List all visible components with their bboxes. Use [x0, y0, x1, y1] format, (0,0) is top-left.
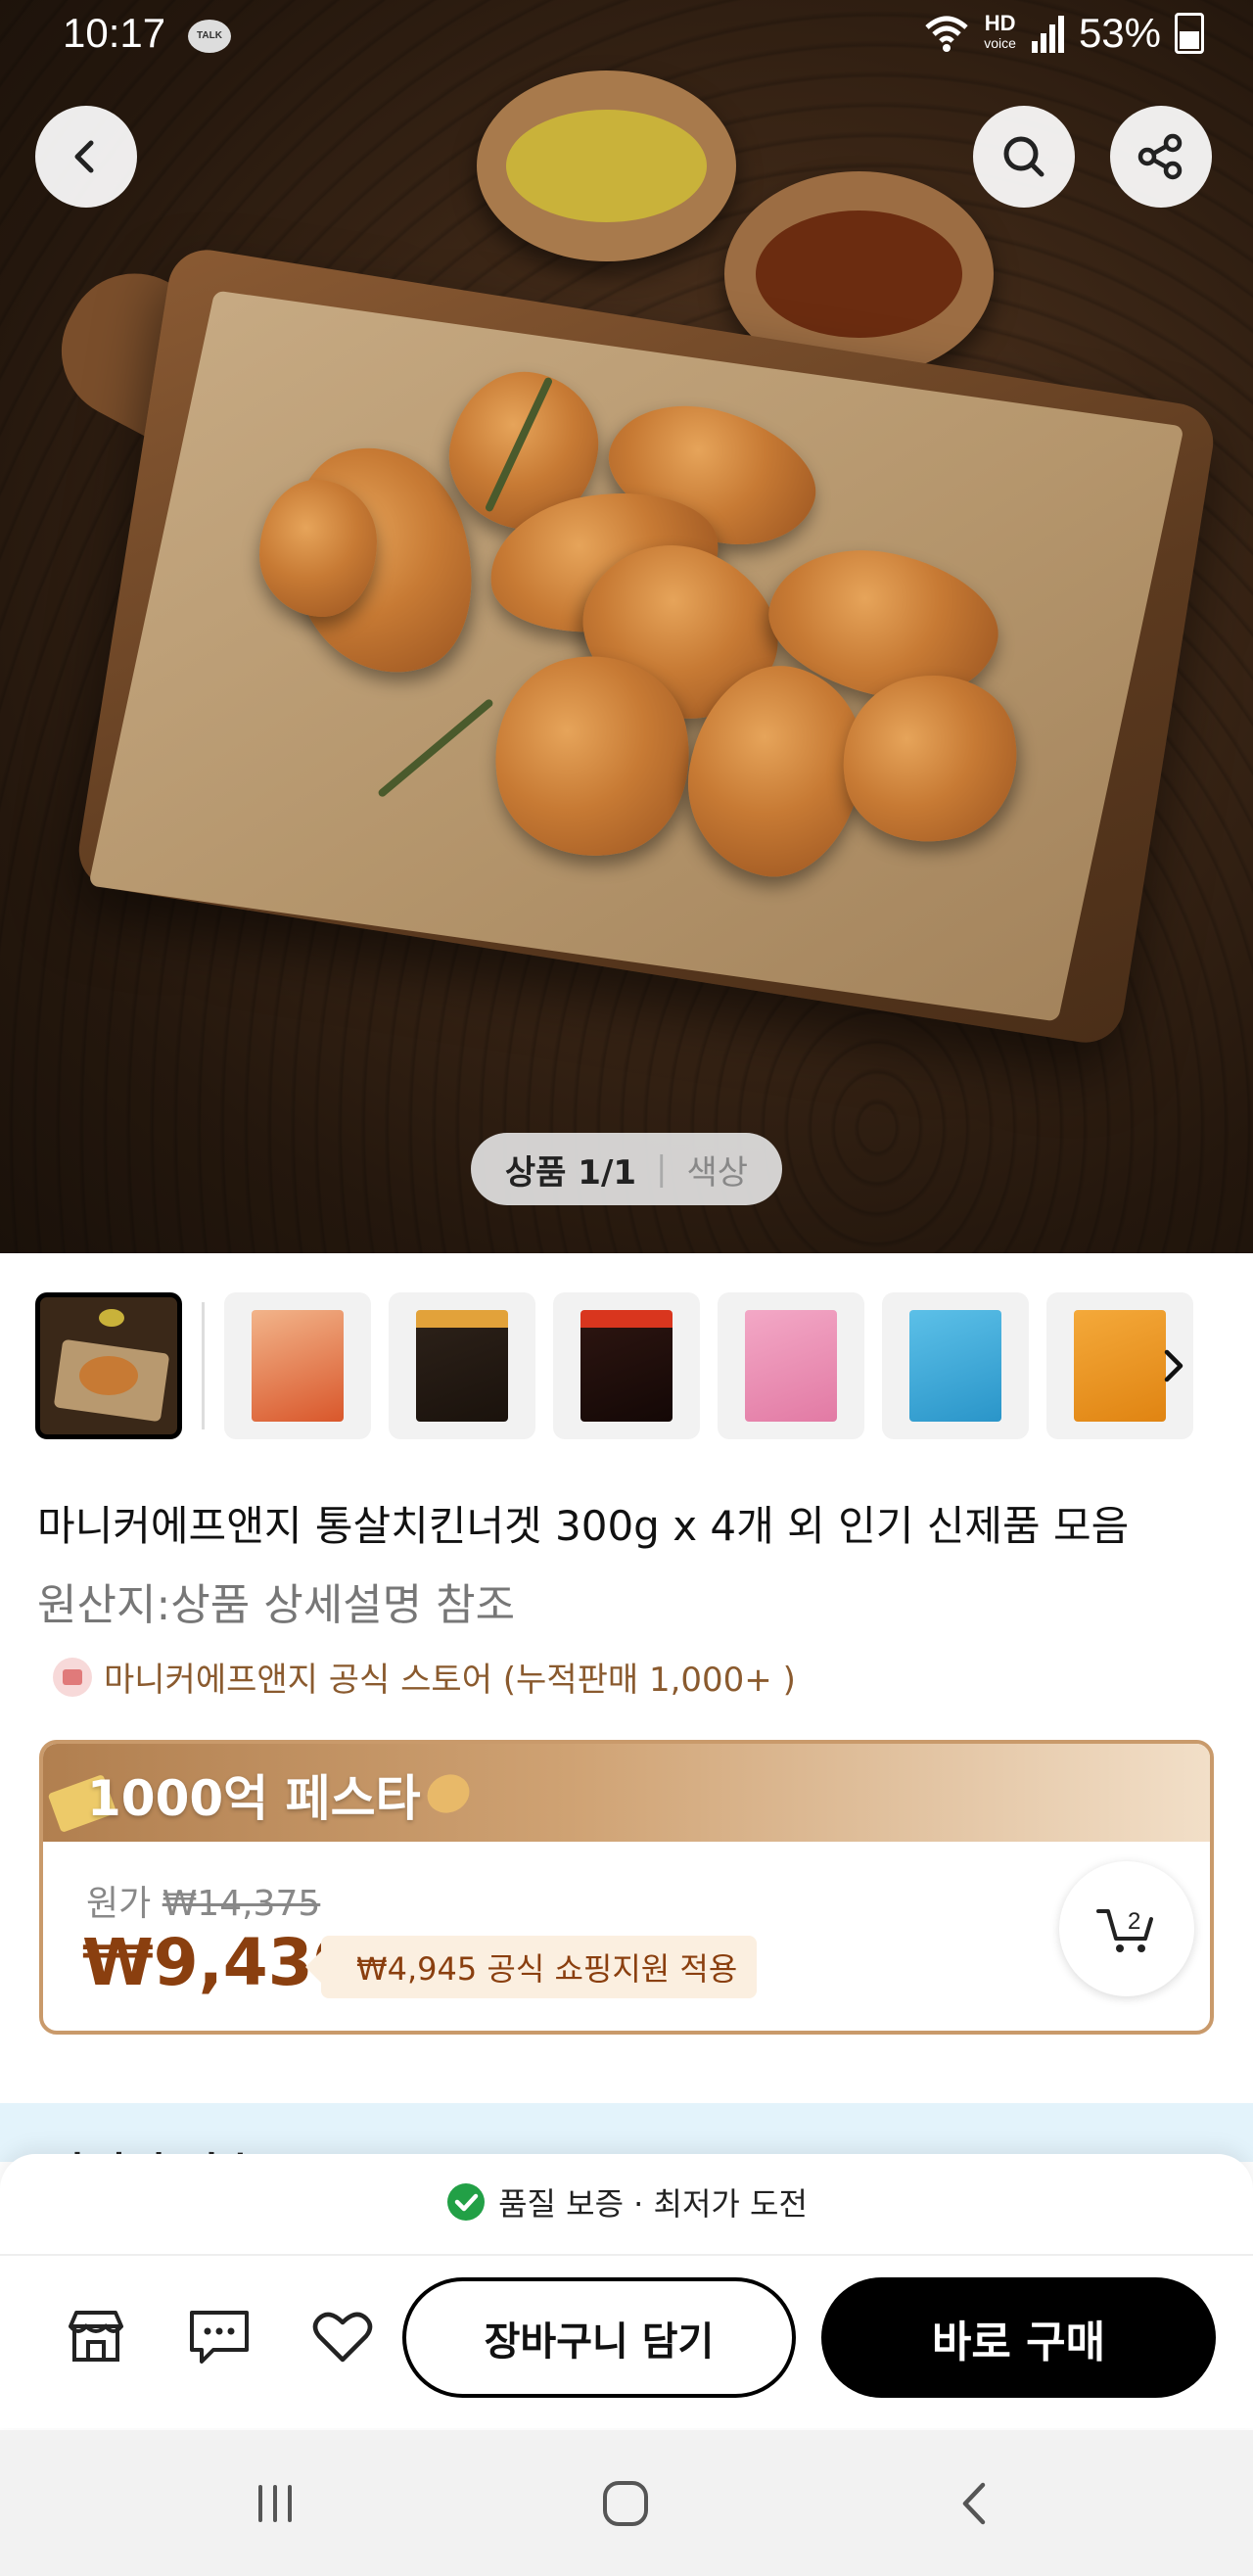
share-icon [1137, 133, 1183, 180]
thumbnail-selected[interactable] [35, 1292, 182, 1439]
sheet-divider [0, 2254, 1253, 2256]
image-counter[interactable]: 상품 1/1 | 색상 [471, 1133, 782, 1205]
system-navigation-bar [0, 2430, 1253, 2576]
promo-banner: 1000억 페스타 [43, 1744, 1210, 1842]
original-price: 원가 ₩14,375 [86, 1884, 321, 1924]
nugget [259, 480, 377, 617]
guarantee-notice: 품질 보증 · 최저가 도전 [0, 2179, 1253, 2225]
wifi-icon [925, 16, 968, 52]
product-origin: 원산지:상품 상세설명 참조 [37, 1580, 516, 1630]
product-hero-image[interactable]: 10:17 TALK HD voice 53% 상품 1/1 | 색상 [0, 0, 1253, 1253]
heart-icon-button[interactable] [307, 2301, 378, 2371]
system-back-icon[interactable] [942, 2469, 1010, 2538]
guarantee-text: 품질 보증 · 최저가 도전 [498, 2185, 808, 2223]
mustard-sauce-cup [477, 70, 736, 261]
search-button[interactable] [973, 106, 1075, 208]
search-icon [1003, 136, 1044, 177]
chevron-right-icon[interactable] [1155, 1336, 1194, 1395]
original-price-value: ₩14,375 [162, 1884, 321, 1924]
thumbnail[interactable] [882, 1292, 1029, 1439]
thumbnail[interactable] [553, 1292, 700, 1439]
promo-title: 1000억 페스타 [87, 1770, 421, 1827]
back-arrow-icon [74, 140, 94, 173]
status-indicators: HD voice 53% [923, 10, 1204, 57]
thumbnail-divider [202, 1302, 205, 1429]
battery-percent: 53% [1078, 10, 1161, 56]
buy-now-button[interactable]: 바로 구매 [821, 2277, 1216, 2398]
add-to-cart-button[interactable]: 장바구니 담기 [402, 2277, 796, 2398]
image-counter-separator: | [656, 1149, 668, 1189]
status-bar: 10:17 TALK HD voice 53% [0, 0, 1253, 74]
back-button[interactable] [35, 106, 137, 208]
thumbnail[interactable] [718, 1292, 864, 1439]
promo-price-card: 1000억 페스타 원가 ₩14,375 ₩9,430 ₩4,945 공식 쇼핑… [39, 1740, 1214, 2035]
product-title: 마니커에프앤지 통살치킨너겟 300g x 4개 외 인기 신제품 모음 [37, 1502, 1130, 1550]
share-button[interactable] [1110, 106, 1212, 208]
svg-text:2: 2 [1128, 1908, 1140, 1935]
add-to-cart-icon-button[interactable]: 2 [1059, 1861, 1194, 1996]
coupon-badge: ₩4,945 공식 쇼핑지원 적용 [304, 1936, 758, 1998]
store-link[interactable]: 마니커에프앤지 공식 스토어 (누적판매 1,000+ ) [53, 1653, 796, 1701]
thumbnail[interactable] [224, 1292, 371, 1439]
hd-voice-icon: HD voice [984, 11, 1016, 52]
store-icon [53, 1657, 92, 1697]
cart-icon: 2 [1096, 1908, 1153, 1952]
thumbnail-strip [35, 1292, 1239, 1439]
home-icon[interactable] [591, 2469, 660, 2538]
color-option-label[interactable]: 색상 [687, 1146, 749, 1194]
thumbnail[interactable] [389, 1292, 535, 1439]
store-name: 마니커에프앤지 공식 스토어 (누적판매 1,000+ ) [104, 1661, 796, 1700]
signal-icon [1031, 16, 1064, 53]
recent-apps-icon[interactable] [241, 2469, 309, 2538]
coin-icon [421, 1767, 476, 1820]
chat-icon-button[interactable] [184, 2301, 255, 2371]
status-time: 10:17 [63, 10, 166, 56]
battery-icon [1175, 13, 1204, 54]
image-counter-current: 상품 1/1 [504, 1152, 637, 1193]
check-badge-icon [447, 2183, 486, 2221]
kakaotalk-notification-icon: TALK [188, 20, 231, 53]
store-icon-button[interactable] [61, 2301, 131, 2371]
